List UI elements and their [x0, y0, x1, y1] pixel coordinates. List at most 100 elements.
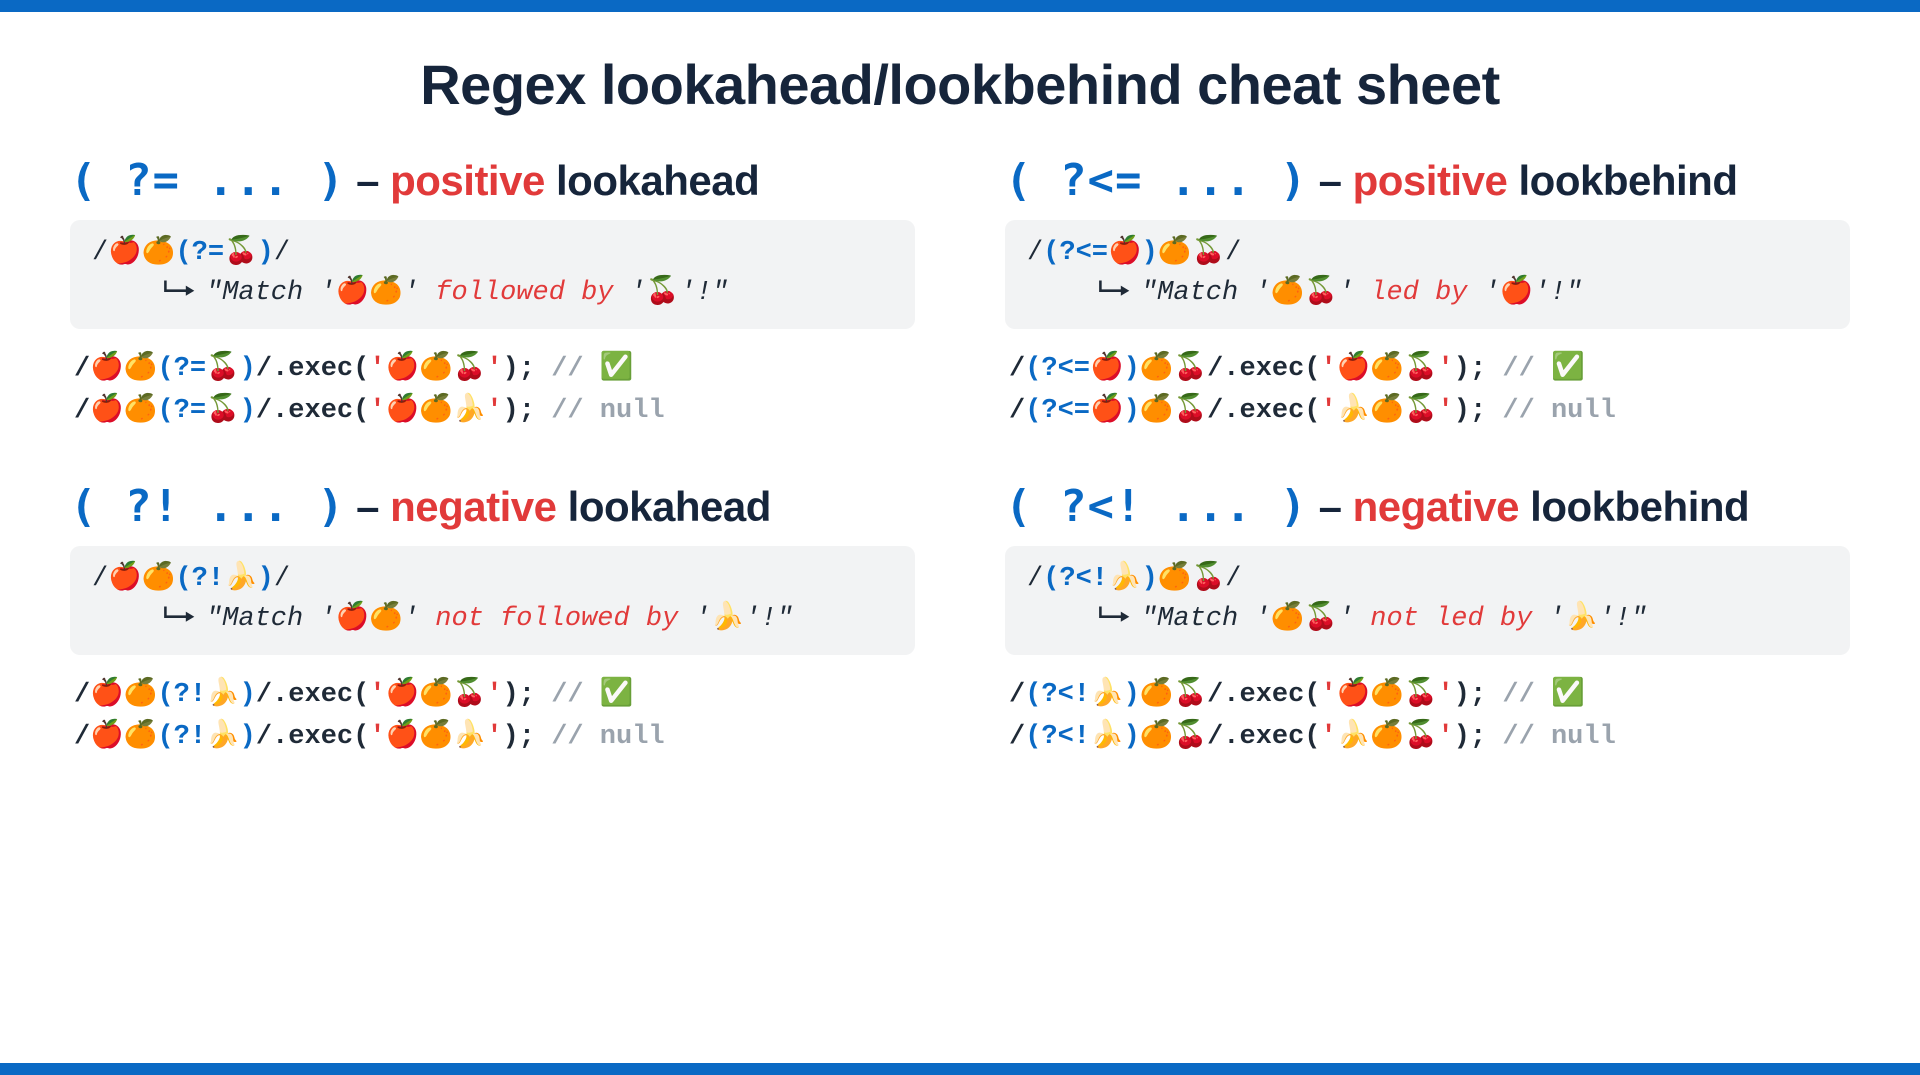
example-line: /🍎🍊(?=🍒)/.exec('🍎🍊🍒'); // ✅	[74, 349, 915, 391]
ex-pre: /🍎🍊	[74, 722, 157, 752]
t: '	[678, 604, 710, 634]
ex-pre: /	[1009, 354, 1025, 384]
ex-pre: /🍎🍊	[74, 396, 157, 426]
pattern-post: /	[274, 564, 290, 594]
syntax-label: ( ?! ... )	[70, 481, 345, 532]
t: "Match '	[1141, 278, 1271, 308]
examples: /🍎🍊(?=🍒)/.exec('🍎🍊🍒'); // ✅/🍎🍊(?=🍒)/.exe…	[70, 349, 915, 433]
section: ( ?<! ... ) – negative lookbehind/(?<!🍌)…	[1005, 481, 1850, 759]
page: Regex lookahead/lookbehind cheat sheet (…	[0, 12, 1920, 1063]
ex-mid: 🍊🍒/.exec(	[1140, 354, 1321, 384]
t: '!"	[1598, 604, 1647, 634]
t: 🍊🍒	[1271, 604, 1338, 634]
syntax-label: ( ?<! ... )	[1005, 481, 1307, 532]
pattern-post: 🍊🍒/	[1158, 238, 1241, 268]
ex-comment: // null	[1502, 396, 1615, 426]
t: '	[403, 604, 435, 634]
pattern-group: (?=🍒)	[175, 238, 273, 268]
t: "Match '	[206, 278, 336, 308]
emphasis: followed by	[435, 278, 613, 308]
ex-comment: // ✅	[1502, 354, 1584, 384]
arrow-icon	[1097, 599, 1131, 638]
t: 🍌	[1565, 604, 1599, 634]
t: "Match '	[1141, 604, 1271, 634]
t: 🍒	[646, 278, 680, 308]
t: 🍎	[1500, 278, 1534, 308]
dash: –	[345, 157, 390, 204]
ex-post: );	[1454, 680, 1503, 710]
grid: ( ?= ... ) – positive lookahead/🍎🍊(?=🍒)/…	[70, 155, 1850, 759]
ex-post: );	[503, 354, 552, 384]
t: '	[614, 278, 646, 308]
section: ( ?= ... ) – positive lookahead/🍎🍊(?=🍒)/…	[70, 155, 915, 433]
kind-label: positive	[390, 157, 545, 204]
pattern-group: (?<=🍎)	[1043, 238, 1158, 268]
what-label: lookahead	[545, 157, 759, 204]
ex-pre: /	[1009, 396, 1025, 426]
arrow-icon	[162, 273, 196, 312]
ex-mid: 🍊🍒/.exec(	[1140, 722, 1321, 752]
ex-grp: (?!🍌)	[157, 680, 255, 710]
emphasis: not led by	[1370, 604, 1532, 634]
ex-mid: /.exec(	[256, 354, 369, 384]
ex-grp: (?<=🍎)	[1025, 396, 1140, 426]
ex-str: '🍎🍊🍒'	[369, 680, 502, 710]
ex-mid: 🍊🍒/.exec(	[1140, 680, 1321, 710]
ex-post: );	[1454, 354, 1503, 384]
ex-pre: /	[1009, 680, 1025, 710]
what-label: lookbehind	[1519, 483, 1749, 530]
example-line: /(?<=🍎)🍊🍒/.exec('🍎🍊🍒'); // ✅	[1009, 349, 1850, 391]
emphasis: led by	[1370, 278, 1467, 308]
explain-line: "Match '🍎🍊' not followed by '🍌'!"	[92, 599, 893, 639]
ex-pre: /🍎🍊	[74, 354, 157, 384]
t: '	[403, 278, 435, 308]
border-bottom	[0, 1063, 1920, 1075]
what-label: lookbehind	[1507, 157, 1737, 204]
t: "Match '	[206, 604, 336, 634]
section-heading: ( ?= ... ) – positive lookahead	[70, 155, 915, 206]
t: 🍌	[711, 604, 745, 634]
pattern-group: (?!🍌)	[175, 564, 273, 594]
t: '	[1338, 278, 1370, 308]
pattern-pre: /🍎🍊	[92, 564, 175, 594]
explain-line: "Match '🍊🍒' not led by '🍌'!"	[1027, 599, 1828, 639]
ex-pre: /	[1009, 722, 1025, 752]
ex-str: '🍌🍊🍒'	[1321, 722, 1454, 752]
pattern-line: /(?<!🍌)🍊🍒/	[1027, 560, 1828, 599]
pattern-post: /	[274, 238, 290, 268]
arrow-icon	[1097, 273, 1131, 312]
syntax-label: ( ?= ... )	[70, 155, 345, 206]
syntax-label: ( ?<= ... )	[1005, 155, 1307, 206]
explain-line: "Match '🍎🍊' followed by '🍒'!"	[92, 273, 893, 313]
border-top	[0, 0, 1920, 12]
ex-comment: // ✅	[1502, 680, 1584, 710]
example-line: /🍎🍊(?!🍌)/.exec('🍎🍊🍌'); // null	[74, 717, 915, 759]
ex-comment: // ✅	[551, 680, 633, 710]
t: '!"	[744, 604, 793, 634]
what-label: lookahead	[557, 483, 771, 530]
page-title: Regex lookahead/lookbehind cheat sheet	[70, 52, 1850, 117]
ex-str: '🍎🍊🍒'	[1321, 680, 1454, 710]
ex-comment: // ✅	[551, 354, 633, 384]
section-heading: ( ?<= ... ) – positive lookbehind	[1005, 155, 1850, 206]
example-line: /🍎🍊(?!🍌)/.exec('🍎🍊🍒'); // ✅	[74, 675, 915, 717]
examples: /🍎🍊(?!🍌)/.exec('🍎🍊🍒'); // ✅/🍎🍊(?!🍌)/.exe…	[70, 675, 915, 759]
ex-str: '🍎🍊🍒'	[1321, 354, 1454, 384]
pattern-line: /🍎🍊(?!🍌)/	[92, 560, 893, 599]
dash: –	[345, 483, 390, 530]
t: 🍎🍊	[336, 278, 403, 308]
ex-grp: (?<!🍌)	[1025, 680, 1140, 710]
pattern-pre: /🍎🍊	[92, 238, 175, 268]
pattern-pre: /	[1027, 564, 1043, 594]
ex-post: );	[503, 396, 552, 426]
ex-grp: (?<!🍌)	[1025, 722, 1140, 752]
ex-post: );	[1454, 722, 1503, 752]
pattern-post: 🍊🍒/	[1158, 564, 1241, 594]
ex-post: );	[503, 680, 552, 710]
examples: /(?<!🍌)🍊🍒/.exec('🍎🍊🍒'); // ✅/(?<!🍌)🍊🍒/.e…	[1005, 675, 1850, 759]
ex-grp: (?=🍒)	[157, 354, 255, 384]
dash: –	[1307, 157, 1352, 204]
ex-str: '🍎🍊🍌'	[369, 396, 502, 426]
explain-box: /🍎🍊(?=🍒)/ "Match '🍎🍊' followed by '🍒'!"	[70, 220, 915, 329]
example-line: /(?<!🍌)🍊🍒/.exec('🍎🍊🍒'); // ✅	[1009, 675, 1850, 717]
